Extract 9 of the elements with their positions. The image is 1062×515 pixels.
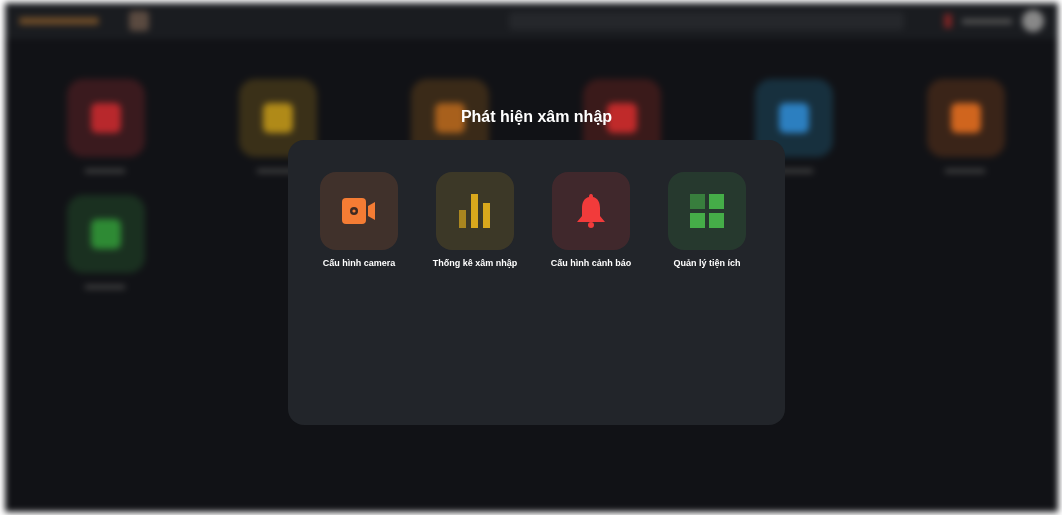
feature-tile-button[interactable]	[552, 172, 630, 250]
feature-label: Cấu hình cảnh báo	[550, 258, 632, 268]
feature-tile-button[interactable]	[436, 172, 514, 250]
feature-tile-button[interactable]	[668, 172, 746, 250]
feature-label: Cấu hình camera	[322, 258, 396, 268]
feature-label: Quản lý tiện ích	[673, 258, 741, 268]
dialog-title: Phát hiện xâm nhập	[460, 107, 613, 127]
feature-label: Thống kê xâm nhập	[432, 258, 518, 268]
feature-tile-button[interactable]	[320, 172, 398, 250]
